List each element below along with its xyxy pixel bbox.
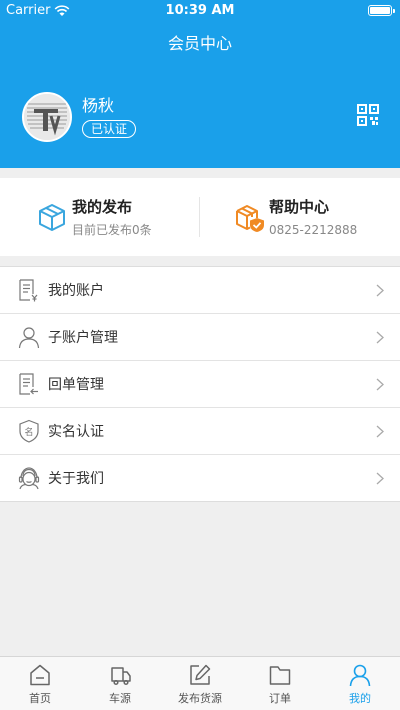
home-icon bbox=[30, 664, 50, 686]
box-icon bbox=[39, 204, 65, 231]
chevron-right-icon bbox=[376, 425, 384, 438]
menu-label-real-name: 实名认证 bbox=[48, 424, 104, 440]
menu-item-receipts[interactable]: 回单管理 bbox=[0, 361, 400, 408]
status-time: 10:39 AM bbox=[165, 3, 235, 18]
tab-orders[interactable]: 订单 bbox=[240, 657, 320, 710]
my-publish-button[interactable]: 我的发布 目前已发布0条 bbox=[36, 196, 152, 239]
help-center-phone: 0825-2212888 bbox=[269, 223, 358, 237]
user-icon bbox=[18, 327, 40, 349]
my-publish-title: 我的发布 bbox=[72, 198, 133, 216]
qr-code-icon[interactable] bbox=[356, 103, 380, 127]
help-center-title: 帮助中心 bbox=[269, 198, 330, 216]
quick-actions: 我的发布 目前已发布0条 帮助中心 0825-2212888 bbox=[0, 178, 400, 256]
receipt-icon bbox=[19, 373, 38, 395]
header: Carrier 10:39 AM 会员中心 杨秋 已认证 bbox=[0, 0, 400, 168]
person-icon bbox=[349, 664, 371, 687]
menu-label-sub-accounts: 子账户管理 bbox=[48, 330, 118, 346]
username: 杨秋 bbox=[82, 96, 115, 115]
menu-label-about-us: 关于我们 bbox=[48, 471, 104, 487]
edit-icon bbox=[190, 664, 211, 685]
tab-publish[interactable]: 发布货源 bbox=[160, 657, 240, 710]
folder-icon bbox=[269, 666, 291, 685]
chevron-right-icon bbox=[376, 378, 384, 391]
profile-card[interactable]: 杨秋 已认证 bbox=[22, 92, 137, 142]
menu-label-my-account: 我的账户 bbox=[48, 283, 104, 299]
battery-icon bbox=[368, 5, 395, 16]
avatar-logo-icon bbox=[24, 94, 70, 140]
truck-icon bbox=[111, 667, 131, 686]
name-shield-icon: 名 bbox=[19, 419, 39, 443]
chevron-right-icon bbox=[376, 472, 384, 485]
account-doc-icon bbox=[19, 279, 38, 302]
chevron-right-icon bbox=[376, 331, 384, 344]
tab-vehicles[interactable]: 车源 bbox=[80, 657, 160, 710]
status-bar: Carrier 10:39 AM bbox=[0, 0, 400, 22]
verified-badge: 已认证 bbox=[82, 120, 137, 138]
tab-label-vehicles: 车源 bbox=[109, 692, 131, 705]
chevron-right-icon bbox=[376, 284, 384, 297]
svg-text:名: 名 bbox=[24, 426, 33, 438]
tab-bar: 首页 车源 发布货源 订单 我的 bbox=[0, 656, 400, 710]
tab-label-mine: 我的 bbox=[349, 692, 371, 705]
tab-mine[interactable]: 我的 bbox=[320, 657, 400, 710]
menu-item-about-us[interactable]: 关于我们 bbox=[0, 455, 400, 502]
menu-item-sub-accounts[interactable]: 子账户管理 bbox=[0, 314, 400, 361]
box-shield-icon bbox=[236, 205, 264, 232]
menu-item-real-name[interactable]: 名 实名认证 bbox=[0, 408, 400, 455]
quick-divider bbox=[199, 197, 200, 237]
page-title: 会员中心 bbox=[167, 34, 232, 53]
avatar[interactable] bbox=[22, 92, 72, 142]
tab-label-orders: 订单 bbox=[269, 692, 291, 705]
menu-item-my-account[interactable]: 我的账户 bbox=[0, 267, 400, 314]
my-publish-count: 目前已发布0条 bbox=[72, 223, 152, 237]
tab-label-home: 首页 bbox=[29, 692, 51, 705]
tab-label-publish: 发布货源 bbox=[178, 692, 222, 705]
menu-label-receipts: 回单管理 bbox=[48, 377, 104, 393]
help-center-button[interactable]: 帮助中心 0825-2212888 bbox=[233, 196, 357, 239]
tab-home[interactable]: 首页 bbox=[0, 657, 80, 710]
support-icon bbox=[18, 467, 40, 490]
menu-list: 我的账户 子账户管理 回单管理 名 实名认证 关于我们 bbox=[0, 266, 400, 502]
